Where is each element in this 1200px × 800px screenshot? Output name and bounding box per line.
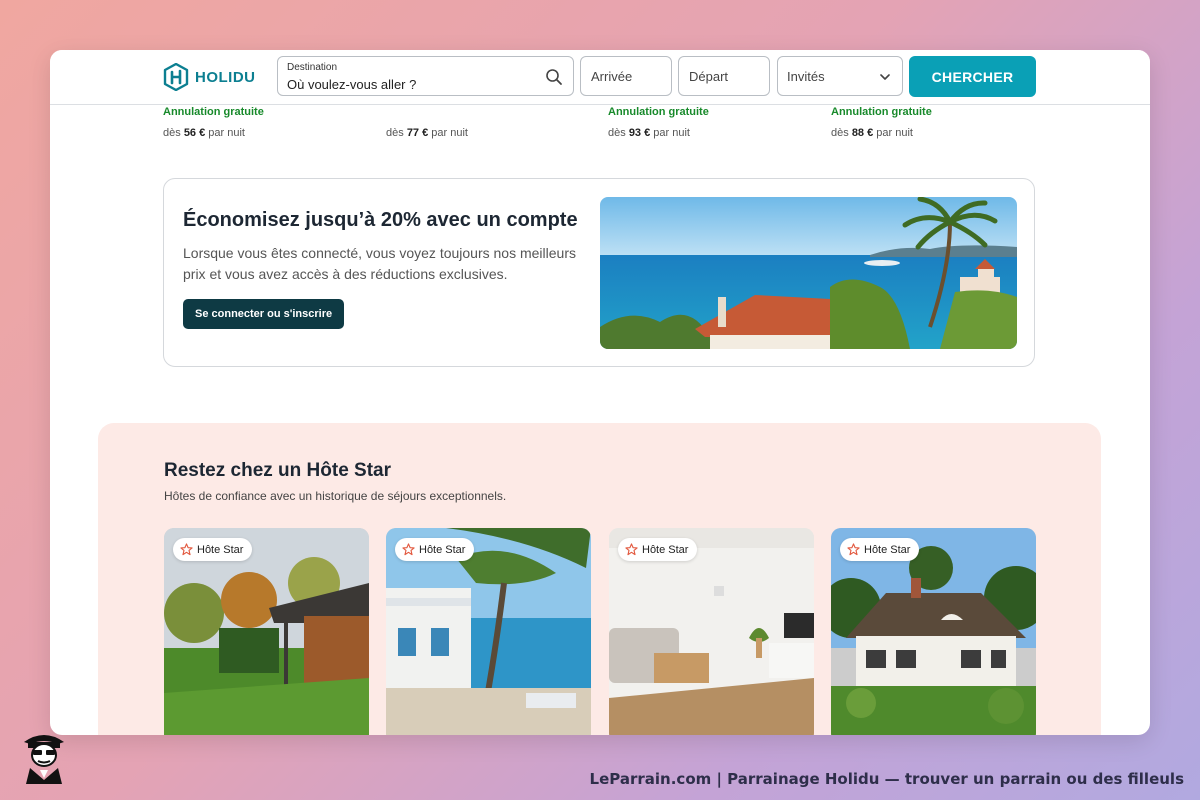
badge-label: Hôte Star	[864, 543, 911, 556]
browser-frame: HOLIDU Destination Où voulez-vous aller …	[50, 50, 1150, 735]
free-cancellation-label: Annulation gratuite	[163, 106, 264, 118]
free-cancellation-label: Annulation gratuite	[608, 106, 709, 118]
login-signup-button[interactable]: Se connecter ou s'inscrire	[183, 299, 345, 329]
header: HOLIDU Destination Où voulez-vous aller …	[50, 50, 1150, 105]
holidu-logo-icon	[163, 63, 189, 91]
star-host-badge: Hôte Star	[173, 538, 253, 561]
credit-text: LeParrain.com | Parrainage Holidu — trou…	[589, 770, 1184, 788]
badge-label: Hôte Star	[419, 543, 466, 556]
listing-price-2[interactable]: dès 77 € par nuit	[386, 104, 468, 139]
search-icon[interactable]	[545, 68, 563, 86]
guests-select[interactable]: Invités	[777, 56, 903, 96]
arrival-label: Arrivée	[591, 69, 633, 84]
listing-price-3[interactable]: Annulation gratuite dès 93 € par nuit	[608, 104, 709, 139]
listing-card-4[interactable]: Hôte Star	[831, 528, 1036, 735]
guests-label: Invités	[787, 69, 825, 84]
destination-placeholder: Où voulez-vous aller ?	[287, 77, 417, 92]
listing-price-4[interactable]: Annulation gratuite dès 88 € par nuit	[831, 104, 932, 139]
price-text: dès 77 € par nuit	[386, 127, 468, 139]
price-text: dès 56 € par nuit	[163, 127, 245, 139]
seaside-villa-image	[600, 197, 1017, 349]
star-host-badge: Hôte Star	[618, 538, 698, 561]
listing-price-1[interactable]: Annulation gratuite dès 56 € par nuit	[163, 104, 264, 139]
price-text: dès 88 € par nuit	[831, 127, 913, 139]
account-promo-card: Économisez jusqu’à 20% avec un compte Lo…	[163, 178, 1035, 367]
star-icon	[180, 543, 193, 556]
section-title: Restez chez un Hôte Star	[164, 460, 391, 481]
star-host-badge: Hôte Star	[840, 538, 920, 561]
listing-card-1[interactable]: Hôte Star	[164, 528, 369, 735]
listing-card-2[interactable]: Hôte Star	[386, 528, 591, 735]
free-cancellation-label: Annulation gratuite	[831, 106, 932, 118]
listing-card-3[interactable]: Hôte Star	[609, 528, 814, 735]
star-icon	[847, 543, 860, 556]
search-button[interactable]: CHERCHER	[909, 56, 1036, 97]
star-hosts-section: Restez chez un Hôte Star Hôtes de confia…	[98, 423, 1101, 735]
arrival-date-input[interactable]: Arrivée	[580, 56, 672, 96]
brand-name: HOLIDU	[195, 68, 256, 86]
departure-label: Départ	[689, 69, 729, 84]
star-icon	[625, 543, 638, 556]
promo-title: Économisez jusqu’à 20% avec un compte	[183, 209, 578, 231]
promo-text: Lorsque vous êtes connecté, vous voyez t…	[183, 245, 576, 282]
star-host-badge: Hôte Star	[395, 538, 475, 561]
price-text: dès 93 € par nuit	[608, 127, 690, 139]
destination-label: Destination	[287, 62, 338, 73]
chevron-down-icon	[880, 74, 890, 80]
holidu-logo[interactable]: HOLIDU	[163, 63, 256, 91]
departure-date-input[interactable]: Départ	[678, 56, 770, 96]
badge-label: Hôte Star	[197, 543, 244, 556]
destination-input[interactable]: Destination Où voulez-vous aller ?	[277, 56, 574, 96]
badge-label: Hôte Star	[642, 543, 689, 556]
star-icon	[402, 543, 415, 556]
mascot-icon	[24, 735, 64, 784]
section-subtitle: Hôtes de confiance avec un historique de…	[164, 489, 507, 503]
